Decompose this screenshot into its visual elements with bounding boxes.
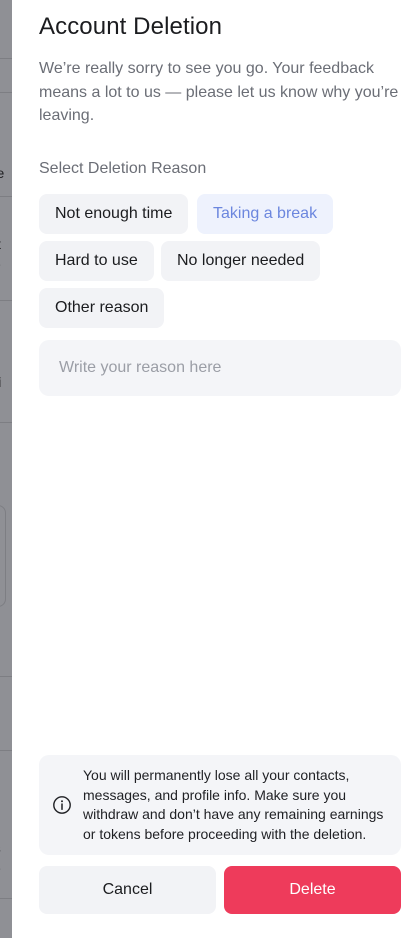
background-divider [0, 422, 12, 423]
delete-button[interactable]: Delete [224, 866, 401, 914]
background-divider [0, 92, 12, 93]
background-divider [0, 300, 12, 301]
background-text: tie [0, 860, 1, 876]
reason-chip-hard-to-use[interactable]: Hard to use [39, 241, 154, 281]
background-text: tie [0, 256, 1, 272]
background-text: gi [0, 374, 1, 390]
deletion-reason-label: Select Deletion Reason [39, 160, 207, 177]
warning-text: You will permanently lose all your conta… [83, 767, 384, 842]
deletion-warning-notice: You will permanently lose all your conta… [39, 755, 401, 855]
background-text: ns [0, 840, 1, 856]
reason-chip-no-longer-needed[interactable]: No longer needed [161, 241, 321, 281]
reason-chip-other-reason[interactable]: Other reason [39, 288, 165, 328]
background-text: t [0, 236, 1, 252]
dialog-title: Account Deletion [39, 13, 223, 40]
info-icon [53, 796, 71, 814]
reason-chip-not-enough-time[interactable]: Not enough time [39, 194, 189, 234]
reason-chip-taking-a-break[interactable]: Taking a break [197, 194, 334, 234]
reason-input[interactable] [39, 340, 401, 396]
background-text: are [0, 165, 5, 181]
background-card [0, 505, 6, 607]
background-divider [0, 676, 12, 677]
background-divider [0, 58, 12, 59]
background-divider [0, 750, 12, 751]
background-divider [0, 196, 12, 197]
dialog-subtitle: We’re really sorry to see you go. Your f… [39, 60, 399, 124]
background-divider [0, 898, 12, 899]
account-deletion-sheet: Account Deletion We’re really sorry to s… [12, 0, 420, 938]
cancel-button[interactable]: Cancel [39, 866, 216, 914]
background-page-overlay: are t tie gi ns tie [0, 0, 12, 938]
